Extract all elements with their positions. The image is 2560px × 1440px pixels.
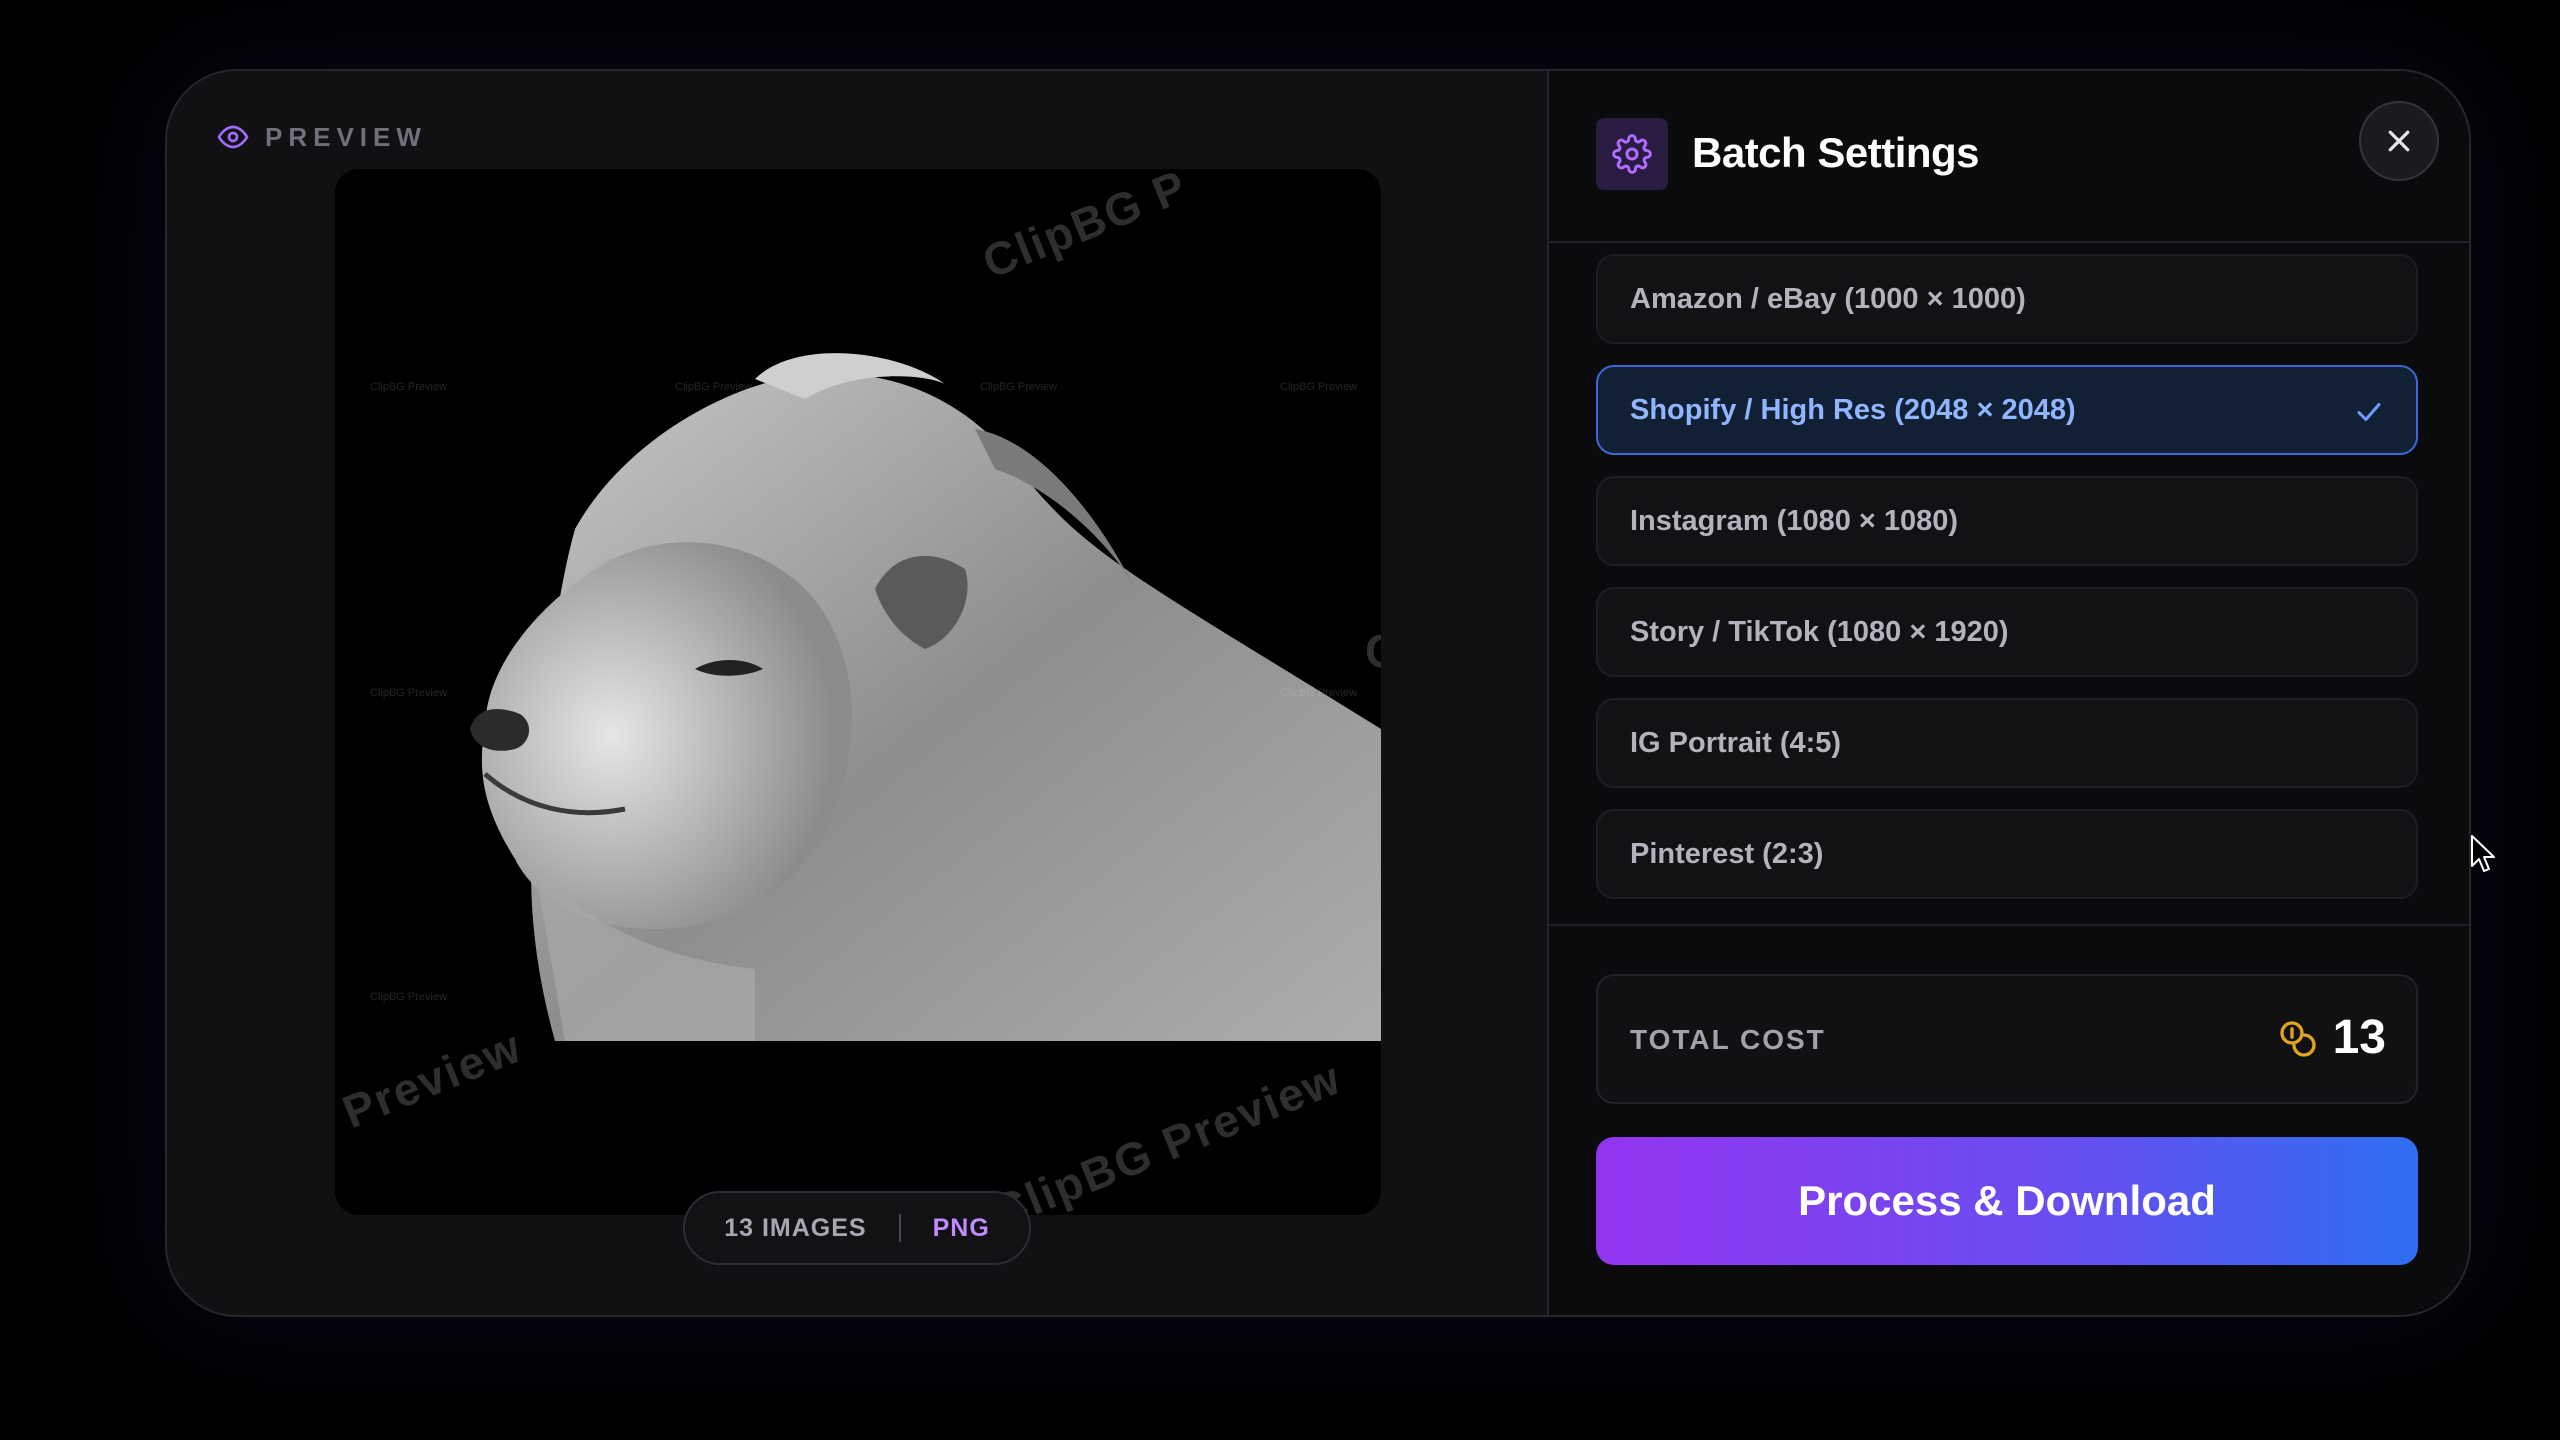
preview-image: ClipBG P Preview ClipBG Preview C ClipBG… [335, 169, 1381, 1215]
close-button[interactable] [2359, 101, 2439, 181]
option-label: Instagram (1080 × 1080) [1630, 504, 1959, 537]
size-option-ig-portrait[interactable]: IG Portrait (4:5) [1596, 698, 2418, 788]
total-cost-value-wrap: 13 [2277, 1010, 2386, 1065]
preview-heading: PREVIEW [265, 121, 427, 152]
output-format: PNG [932, 1213, 990, 1242]
total-cost-value: 13 [2332, 1011, 2386, 1064]
pill-divider [898, 1214, 901, 1242]
tiny-watermark: ClipBG Preview [370, 687, 448, 699]
settings-header: Batch Settings [1549, 71, 2469, 243]
size-option-story-tiktok[interactable]: Story / TikTok (1080 × 1920) [1596, 587, 2418, 677]
batch-modal: PREVIEW ClipBG P Preview ClipBG Preview … [165, 69, 2471, 1317]
preview-pane: PREVIEW ClipBG P Preview ClipBG Preview … [167, 71, 1547, 1315]
tiny-watermark: ClipBG Preview [1280, 381, 1358, 393]
eye-icon [217, 125, 249, 149]
size-options-list: Amazon / eBay (1000 × 1000) Shopify / Hi… [1596, 254, 2418, 920]
check-icon [2357, 403, 2381, 421]
total-cost-label: TOTAL COST [1630, 1024, 1826, 1055]
option-label: Pinterest (2:3) [1630, 837, 1824, 870]
close-icon [2388, 130, 2410, 152]
tiny-watermark: ClipBG Preview [980, 381, 1058, 393]
coins-icon [2279, 1020, 2316, 1057]
cursor-icon [2471, 835, 2495, 872]
watermark: C [1365, 624, 1381, 678]
gear-icon [1612, 134, 1652, 174]
option-label: Amazon / eBay (1000 × 1000) [1630, 282, 2026, 315]
size-option-pinterest[interactable]: Pinterest (2:3) [1596, 809, 2418, 899]
size-option-instagram[interactable]: Instagram (1080 × 1080) [1596, 476, 2418, 566]
total-cost-box: TOTAL COST 13 [1596, 974, 2418, 1104]
tiny-watermark: ClipBG Preview [1280, 687, 1358, 699]
settings-pane: Batch Settings Amazon / eBay (1000 × 100… [1549, 71, 2469, 1315]
image-count: 13 IMAGES [724, 1213, 867, 1242]
size-option-amazon-ebay[interactable]: Amazon / eBay (1000 × 1000) [1596, 254, 2418, 344]
settings-title: Batch Settings [1692, 129, 1980, 176]
tiny-watermark: ClipBG Preview [370, 991, 448, 1003]
option-label: Story / TikTok (1080 × 1920) [1630, 615, 2009, 648]
preview-label: PREVIEW [217, 119, 427, 155]
tiny-watermark: ClipBG Preview [370, 381, 448, 393]
tiny-watermark: ClipBG Preview [675, 381, 753, 393]
size-option-shopify-high-res[interactable]: Shopify / High Res (2048 × 2048) [1596, 365, 2418, 455]
batch-info-pill: 13 IMAGES PNG [683, 1191, 1031, 1265]
settings-divider [1549, 924, 2469, 926]
option-label: IG Portrait (4:5) [1630, 726, 1842, 759]
process-download-button[interactable]: Process & Download [1596, 1137, 2418, 1265]
settings-icon-box [1596, 118, 1668, 190]
option-label: Shopify / High Res (2048 × 2048) [1630, 393, 2076, 426]
